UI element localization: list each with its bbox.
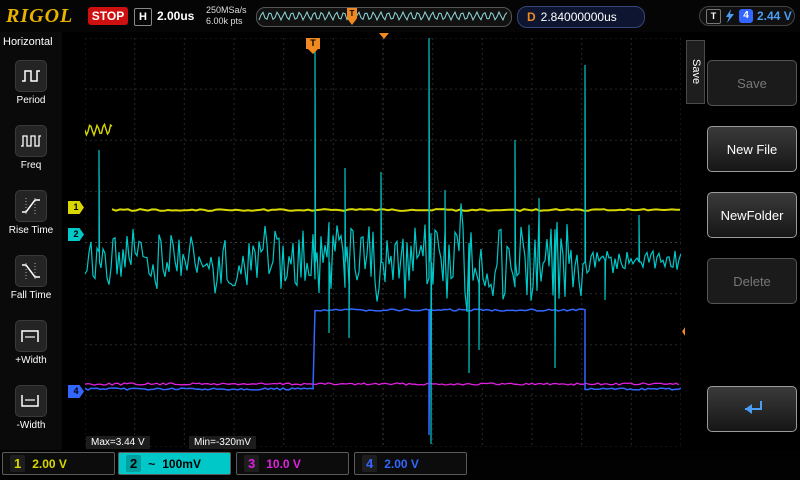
back-button[interactable] xyxy=(707,386,797,432)
sidebar-item-pos-width[interactable]: +Width xyxy=(0,320,62,380)
save-menu-panel: Save Save New File NewFolder Delete xyxy=(685,32,800,450)
menu-tab-save: Save xyxy=(686,40,705,104)
channel-number: 4 xyxy=(362,455,377,472)
new-folder-button[interactable]: NewFolder xyxy=(707,192,797,238)
sidebar-item-label: Fall Time xyxy=(11,290,52,301)
top-bar: RIGOL STOP H 2.00us 250MSa/s 6.00k pts T… xyxy=(0,0,800,32)
sidebar-item-period[interactable]: Period xyxy=(0,60,62,120)
delay-readout: D 2.84000000us xyxy=(517,6,645,28)
trigger-label: T xyxy=(706,9,721,24)
oscilloscope-screen: RIGOL STOP H 2.00us 250MSa/s 6.00k pts T… xyxy=(0,0,800,480)
trigger-source-badge: 4 xyxy=(739,9,753,23)
sample-rate-info: 250MSa/s 6.00k pts xyxy=(206,5,247,27)
channel-number: 1 xyxy=(10,455,25,472)
ruler-waveform-icon xyxy=(257,8,509,24)
lightning-bolt-icon xyxy=(725,9,735,23)
delay-position-pointer xyxy=(379,33,389,39)
memory-depth: 6.00k pts xyxy=(206,16,247,27)
sidebar-item-label: Freq xyxy=(21,160,42,171)
timebase-value: 2.00us xyxy=(157,9,194,23)
ac-coupling-icon: ~ xyxy=(148,457,155,471)
sidebar-item-rise-time[interactable]: Rise Time xyxy=(0,190,62,250)
brand-logo: RIGOL xyxy=(6,5,73,28)
run-state-badge: STOP xyxy=(88,7,128,25)
rise-time-icon xyxy=(15,190,47,222)
sidebar-item-label: Rise Time xyxy=(9,225,53,236)
sidebar-title: Horizontal xyxy=(3,36,53,48)
sidebar-item-label: -Width xyxy=(17,420,46,431)
plus-width-icon xyxy=(15,320,47,352)
fall-time-icon xyxy=(15,255,47,287)
channel-3-status[interactable]: 3 10.0 V xyxy=(236,452,349,475)
sidebar-item-label: +Width xyxy=(15,355,46,366)
channel-status-bar: 1 2.00 V 2 ~ 100mV 3 10.0 V 4 2.00 V xyxy=(0,450,800,480)
sidebar-item-fall-time[interactable]: Fall Time xyxy=(0,255,62,315)
horizontal-indicator: H xyxy=(134,8,152,26)
channel-scale: 100mV xyxy=(162,457,201,471)
sidebar-item-neg-width[interactable]: -Width xyxy=(0,385,62,445)
measure-sidebar: Horizontal Period Freq Rise Time xyxy=(0,32,62,450)
channel-2-status[interactable]: 2 ~ 100mV xyxy=(118,452,231,475)
channel-scale: 2.00 V xyxy=(32,457,67,471)
trigger-flag-label: T xyxy=(306,38,320,49)
trigger-level-value: 2.44 V xyxy=(757,9,792,23)
return-arrow-icon xyxy=(737,398,767,420)
channel-4-status[interactable]: 4 2.00 V xyxy=(354,452,467,475)
period-icon xyxy=(15,60,47,92)
new-file-button[interactable]: New File xyxy=(707,126,797,172)
min-measurement: Min=-320mV xyxy=(189,436,256,449)
save-button[interactable]: Save xyxy=(707,60,797,106)
channel-number: 3 xyxy=(244,455,259,472)
channel-1-marker: 1 xyxy=(68,201,84,214)
channel-2-marker: 2 xyxy=(68,228,84,241)
horizontal-position-ruler[interactable]: T xyxy=(256,7,512,27)
sidebar-item-freq[interactable]: Freq xyxy=(0,125,62,185)
max-measurement: Max=3.44 V xyxy=(86,436,150,449)
delete-button[interactable]: Delete xyxy=(707,258,797,304)
delay-value: 2.84000000us xyxy=(541,10,617,24)
trigger-position-flag: T xyxy=(306,38,320,54)
sample-rate: 250MSa/s xyxy=(206,5,247,16)
channel-number: 2 xyxy=(126,455,141,472)
channel-1-status[interactable]: 1 2.00 V xyxy=(2,452,115,475)
channel-scale: 2.00 V xyxy=(384,457,419,471)
delay-label: D xyxy=(527,10,536,24)
minus-width-icon xyxy=(15,385,47,417)
trigger-readout: T 4 2.44 V xyxy=(699,6,795,26)
sidebar-item-label: Period xyxy=(17,95,46,106)
trigger-flag-pointer xyxy=(308,49,318,54)
channel-scale: 10.0 V xyxy=(266,457,301,471)
channel-4-marker: 4 xyxy=(68,385,84,398)
graticule-display xyxy=(85,38,681,447)
freq-icon xyxy=(15,125,47,157)
